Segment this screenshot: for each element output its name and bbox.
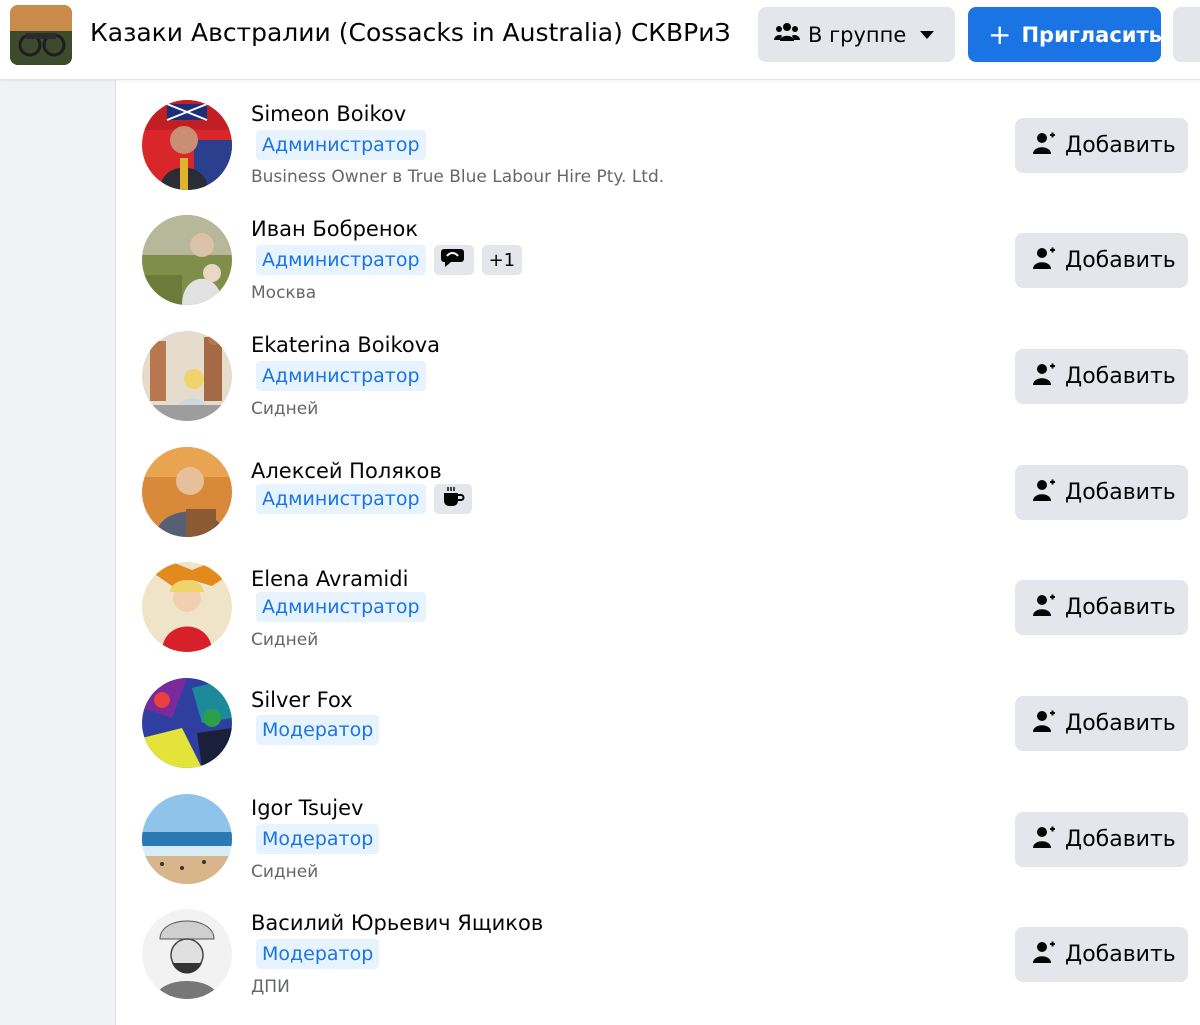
member-name[interactable]: Иван Бобренок: [251, 215, 418, 243]
member-avatar[interactable]: [142, 215, 232, 305]
member-badges: Администратор +1: [256, 245, 523, 275]
add-friend-label: Добавить: [1065, 595, 1176, 620]
role-badge[interactable]: Модератор: [256, 939, 380, 969]
extra-badges-count[interactable]: +1: [481, 245, 523, 275]
member-subtitle: Сидней: [251, 630, 319, 650]
member-name[interactable]: Василий Юрьевич Ящиков: [251, 909, 543, 937]
member-badges: Модератор: [256, 824, 380, 854]
coffee-badge[interactable]: [433, 484, 472, 514]
role-badge[interactable]: Администратор: [256, 361, 426, 391]
role-badge[interactable]: Администратор: [256, 592, 426, 622]
invite-label: Пригласить: [1021, 22, 1162, 47]
member-name[interactable]: Igor Tsujev: [251, 794, 363, 822]
group-header: Казаки Австралии (Cossacks in Australia)…: [0, 0, 1200, 80]
add-friend-label: Добавить: [1065, 942, 1176, 967]
add-friend-button[interactable]: Добавить: [1015, 118, 1188, 173]
member-subtitle: Москва: [251, 283, 317, 303]
member-row: Elena Avramidi Администратор Сидней Доба…: [117, 562, 1200, 678]
add-friend-button[interactable]: Добавить: [1015, 812, 1188, 867]
group-people-icon: [774, 21, 800, 48]
add-friend-icon: [1033, 709, 1055, 739]
caret-down-icon: [920, 30, 935, 39]
group-cover-thumbnail[interactable]: [10, 5, 72, 65]
role-badge[interactable]: Администратор: [256, 484, 426, 514]
add-friend-label: Добавить: [1065, 133, 1176, 158]
in-group-label: В группе: [808, 22, 907, 47]
add-friend-button[interactable]: Добавить: [1015, 233, 1188, 288]
member-badges: Администратор: [256, 484, 472, 514]
plus-icon: +: [988, 17, 1012, 51]
member-subtitle: Сидней: [251, 399, 319, 419]
member-row: Василий Юрьевич Ящиков Модератор ДПИ Доб…: [117, 909, 1200, 1025]
add-friend-label: Добавить: [1065, 364, 1176, 389]
group-title[interactable]: Казаки Австралии (Cossacks in Australia)…: [90, 16, 731, 50]
add-friend-button[interactable]: Добавить: [1015, 927, 1188, 982]
conversation-starter-badge[interactable]: [433, 245, 474, 275]
member-name[interactable]: Алексей Поляков: [251, 457, 442, 485]
member-avatar[interactable]: [142, 562, 232, 652]
add-friend-label: Добавить: [1065, 248, 1176, 273]
member-name[interactable]: Ekaterina Boikova: [251, 331, 440, 359]
add-friend-icon: [1033, 940, 1055, 970]
add-friend-button[interactable]: Добавить: [1015, 580, 1188, 635]
add-friend-icon: [1033, 246, 1055, 276]
member-badges: Администратор: [256, 592, 426, 622]
member-avatar[interactable]: [142, 678, 232, 768]
invite-button[interactable]: + Пригласить: [968, 7, 1162, 62]
member-row: Иван Бобренок Администратор +1 Москва До…: [117, 215, 1200, 331]
add-friend-icon: [1033, 362, 1055, 392]
add-friend-icon: [1033, 131, 1055, 161]
add-friend-label: Добавить: [1065, 711, 1176, 736]
role-badge[interactable]: Модератор: [256, 824, 380, 854]
member-avatar[interactable]: [142, 447, 232, 537]
member-badges: Администратор: [256, 130, 426, 160]
add-friend-icon: [1033, 825, 1055, 855]
member-name[interactable]: Simeon Boikov: [251, 100, 406, 128]
member-subtitle: Сидней: [251, 862, 319, 882]
add-friend-button[interactable]: Добавить: [1015, 465, 1188, 520]
add-friend-icon: [1033, 478, 1055, 508]
member-row: Алексей Поляков Администратор Добавить: [117, 447, 1200, 563]
add-friend-button[interactable]: Добавить: [1015, 696, 1188, 751]
add-friend-label: Добавить: [1065, 827, 1176, 852]
member-avatar[interactable]: [142, 794, 232, 884]
member-subtitle: Business Owner в True Blue Labour Hire P…: [251, 167, 665, 187]
left-gutter: [0, 80, 116, 1025]
conversation-starter-icon: [440, 247, 467, 274]
add-friend-button[interactable]: Добавить: [1015, 349, 1188, 404]
coffee-cup-icon: [441, 486, 465, 513]
member-badges: Модератор: [256, 715, 380, 745]
member-name[interactable]: Silver Fox: [251, 686, 353, 714]
member-avatar[interactable]: [142, 909, 232, 999]
role-badge[interactable]: Модератор: [256, 715, 380, 745]
in-group-button[interactable]: В группе: [758, 7, 955, 62]
member-badges: Модератор: [256, 939, 380, 969]
member-name[interactable]: Elena Avramidi: [251, 565, 408, 593]
member-avatar[interactable]: [142, 331, 232, 421]
member-row: Simeon Boikov Администратор Business Own…: [117, 100, 1200, 216]
member-badges: Администратор: [256, 361, 426, 391]
add-friend-icon: [1033, 593, 1055, 623]
member-subtitle: ДПИ: [251, 977, 290, 997]
member-row: Silver Fox Модератор Добавить: [117, 678, 1200, 794]
add-friend-label: Добавить: [1065, 480, 1176, 505]
member-row: Igor Tsujev Модератор Сидней Добавить: [117, 794, 1200, 910]
member-avatar[interactable]: [142, 100, 232, 190]
role-badge[interactable]: Администратор: [256, 245, 426, 275]
member-row: Ekaterina Boikova Администратор Сидней Д…: [117, 331, 1200, 447]
role-badge[interactable]: Администратор: [256, 130, 426, 160]
more-options-button[interactable]: [1173, 7, 1200, 62]
